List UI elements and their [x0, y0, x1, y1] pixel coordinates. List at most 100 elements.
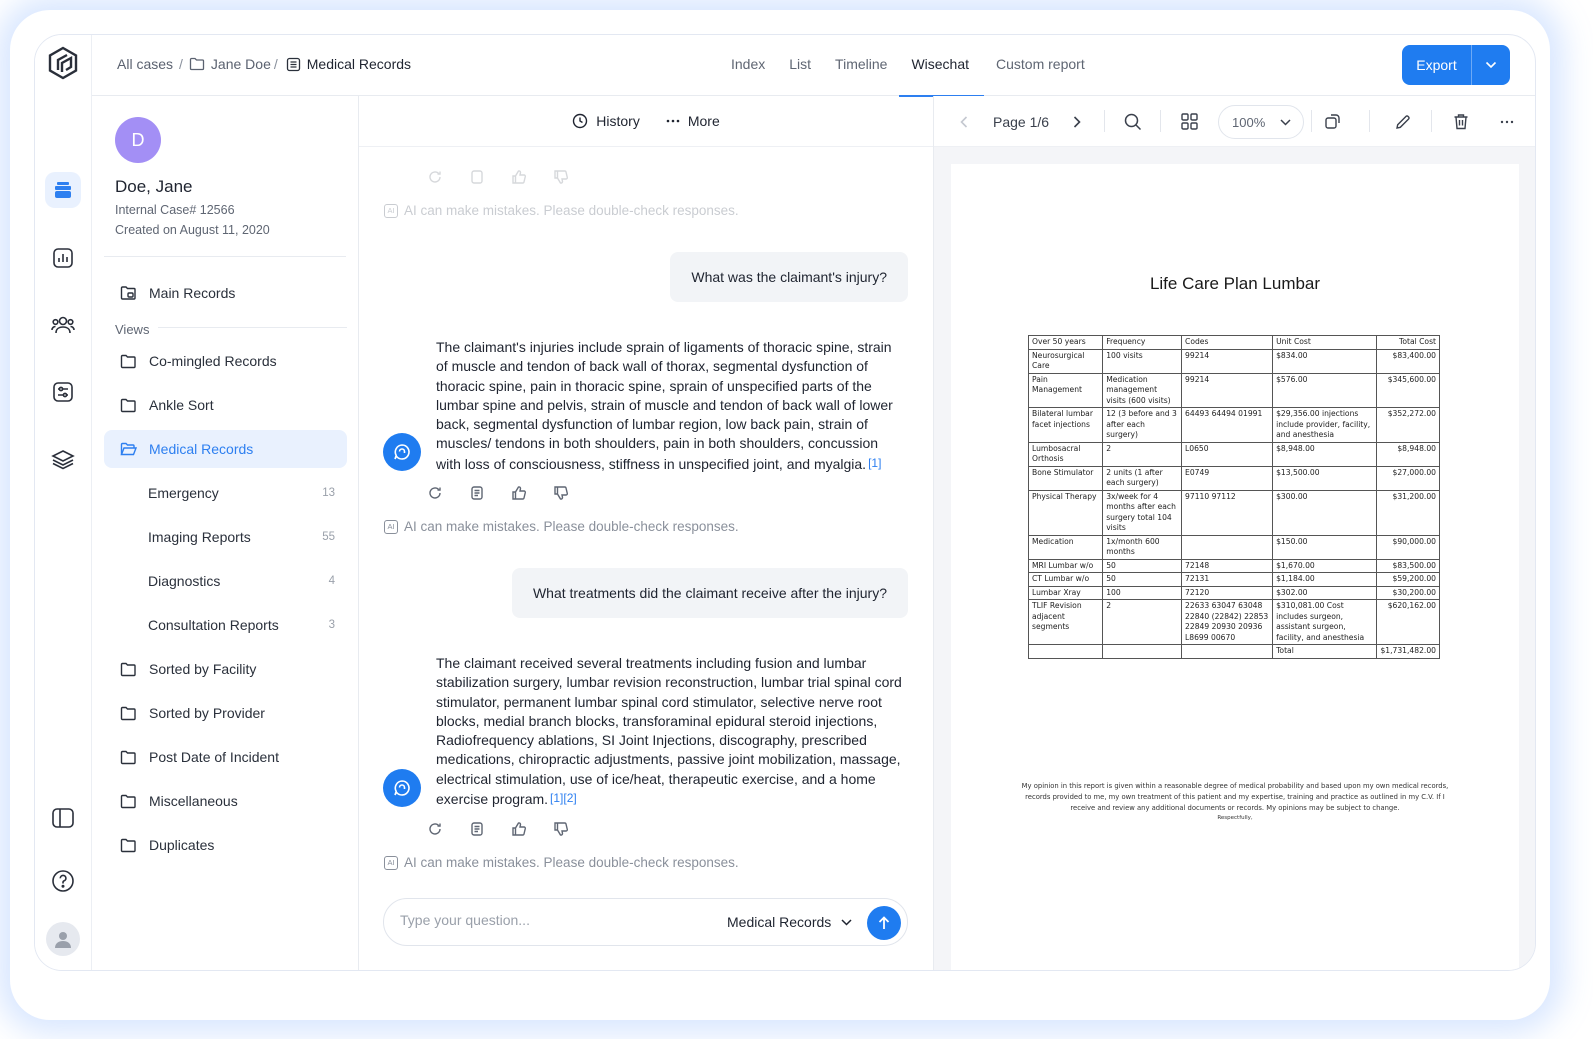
table-cell: $576.00 [1272, 372, 1378, 408]
prev-page-button[interactable] [960, 96, 968, 147]
thumbs-up-icon[interactable] [509, 819, 529, 839]
table-cell: 72120 [1181, 585, 1274, 600]
regenerate-icon[interactable] [425, 483, 445, 503]
chat-input-bar: Medical Records [383, 898, 908, 946]
breadcrumb-all-cases[interactable]: All cases [117, 56, 173, 72]
table-cell: $13,500.00 [1272, 465, 1378, 491]
tab-index[interactable]: Index [719, 35, 777, 96]
nav-miscellaneous[interactable]: Miscellaneous [104, 782, 347, 820]
nav-label: Medical Records [149, 441, 254, 457]
nav-duplicates[interactable]: Duplicates [104, 826, 347, 864]
nav-medical-records[interactable]: Medical Records [104, 430, 347, 468]
table-row: Neurosurgical Care 100 visits 99214 $834.00… [1027, 348, 1440, 374]
zoom-select[interactable]: 100% [1218, 105, 1304, 139]
table-cell [1102, 644, 1183, 659]
settings-sliders-icon[interactable] [45, 374, 81, 410]
nav-ankle-sort[interactable]: Ankle Sort [104, 386, 347, 424]
nav-label: Sorted by Facility [149, 661, 257, 677]
nav-co-mingled-records[interactable]: Co-mingled Records [104, 342, 347, 380]
more-button[interactable]: More [666, 113, 720, 129]
ai-answer: The claimant's injuries include sprain o… [436, 338, 904, 474]
views-label: Views [115, 322, 150, 337]
thumbs-up-icon[interactable] [509, 167, 529, 187]
count-badge: 55 [322, 531, 335, 543]
history-button[interactable]: History [572, 113, 640, 129]
table-row: Bone Stimulator 2 units (1 after each sur… [1027, 465, 1440, 491]
nav-sorted-by-facility[interactable]: Sorted by Facility [104, 650, 347, 688]
tab-custom-report[interactable]: Custom report [984, 35, 1097, 96]
nav-label: Imaging Reports [148, 529, 251, 545]
nav-post-date-of-incident[interactable]: Post Date of Incident [104, 738, 347, 776]
table-cell: $352,272.00 [1376, 407, 1440, 443]
help-icon[interactable] [45, 863, 81, 899]
logo-icon[interactable] [43, 45, 83, 81]
table-cell [1181, 644, 1274, 659]
nav-label: Ankle Sort [149, 397, 214, 413]
chat-toolbar: History More [359, 96, 933, 147]
send-button[interactable] [867, 906, 901, 940]
nav-imaging-reports[interactable]: Imaging Reports 55 [104, 518, 347, 556]
next-page-button[interactable] [1073, 96, 1081, 147]
count-badge: 13 [322, 487, 335, 499]
annotate-button[interactable] [1395, 96, 1411, 147]
nav-sorted-by-provider[interactable]: Sorted by Provider [104, 694, 347, 732]
regenerate-icon[interactable] [425, 167, 445, 187]
scope-select[interactable]: Medical Records [727, 914, 852, 930]
ai-disclaimer: AI AI can make mistakes. Please double-c… [384, 519, 739, 534]
table-cell: 50 [1102, 572, 1183, 587]
sidebar-toggle-icon[interactable] [45, 800, 81, 836]
export-dropdown-button[interactable] [1472, 45, 1510, 85]
copy-icon[interactable] [467, 167, 487, 187]
table-cell: $90,000.00 [1376, 534, 1440, 560]
table-cell: $345,600.00 [1376, 372, 1440, 408]
nav-label: Duplicates [149, 837, 215, 853]
thumbs-down-icon[interactable] [551, 483, 571, 503]
count-badge: 4 [328, 575, 335, 587]
table-cell: 72148 [1181, 558, 1274, 573]
assistant-avatar-icon [383, 769, 421, 807]
table-cell: Neurosurgical Care [1027, 348, 1104, 374]
layers-icon[interactable] [45, 441, 81, 477]
nav-diagnostics[interactable]: Diagnostics 4 [104, 562, 347, 600]
regenerate-icon[interactable] [425, 819, 445, 839]
user-avatar[interactable] [46, 922, 80, 956]
citation-link[interactable]: [1][2] [550, 791, 577, 805]
table-cell: $1,670.00 [1272, 558, 1378, 573]
document-viewer: Page 1/6 100% Life Care Plan Lumbar Over… [934, 96, 1535, 970]
breadcrumb-case[interactable]: Jane Doe [211, 56, 271, 72]
copy-icon[interactable] [467, 819, 487, 839]
records-stack-icon[interactable] [45, 172, 81, 208]
folder-icon [120, 794, 136, 808]
table-cell: Unit Cost [1272, 335, 1378, 350]
copy-icon[interactable] [467, 483, 487, 503]
delete-button[interactable] [1453, 96, 1469, 147]
tab-list[interactable]: List [777, 35, 823, 96]
table-row: Lumbar Xray 100 72120 $302.00 $30,200.00 [1027, 585, 1440, 600]
top-header: All cases / Jane Doe / Medical Records I… [92, 35, 1535, 97]
users-icon[interactable] [45, 307, 81, 343]
document-page: Life Care Plan Lumbar Over 50 years Frequ… [951, 164, 1519, 970]
table-cell: $83,400.00 [1376, 348, 1440, 374]
nav-consultation-reports[interactable]: Consultation Reports 3 [104, 606, 347, 644]
tab-wisechat[interactable]: Wisechat [899, 35, 984, 97]
search-button[interactable] [1124, 96, 1142, 147]
viewer-more-button[interactable] [1500, 96, 1514, 147]
table-cell: Bone Stimulator [1027, 465, 1104, 491]
nav-main-records[interactable]: Main Records [104, 274, 347, 312]
table-row: Medication 1x/month 600 months $150.00 $90,… [1027, 534, 1440, 560]
grid-view-button[interactable] [1181, 96, 1198, 147]
table-cell: 97110 97112 [1181, 489, 1274, 536]
nav-emergency[interactable]: Emergency 13 [104, 474, 347, 512]
thumbs-down-icon[interactable] [551, 167, 571, 187]
question-input[interactable] [400, 912, 700, 928]
thumbs-up-icon[interactable] [509, 483, 529, 503]
export-button[interactable]: Export [1402, 45, 1472, 85]
pencil-icon [1396, 114, 1410, 129]
thumbs-down-icon[interactable] [551, 819, 571, 839]
table-cell: Frequency [1102, 335, 1183, 350]
tab-timeline[interactable]: Timeline [823, 35, 899, 96]
rotate-button[interactable] [1324, 96, 1341, 147]
chart-icon[interactable] [45, 240, 81, 276]
citation-link[interactable]: [1] [868, 456, 881, 470]
signoff: Respectfully, [1217, 815, 1253, 822]
